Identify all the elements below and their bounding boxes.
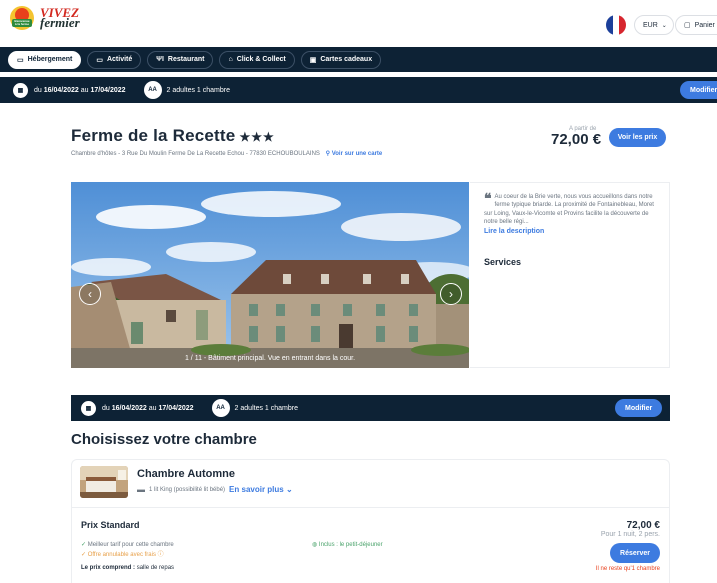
check-icon: ✓ bbox=[81, 552, 87, 558]
coffee-icon: ◍ bbox=[312, 542, 318, 548]
info-icon: ⓘ bbox=[157, 552, 164, 558]
rate-price: 72,00 € bbox=[626, 520, 660, 531]
property-address: Chambre d'hôtes - 3 Rue Du Moulin Ferme … bbox=[71, 151, 383, 157]
gallery-caption: 1 / 11 - Bâtiment principal. Vue en entr… bbox=[184, 355, 356, 362]
modify-search-button[interactable]: Modifier bbox=[680, 81, 717, 99]
cutlery-icon: ΨΙ bbox=[156, 56, 164, 63]
room-date-bar: ▦ du 16/04/2022 au 17/04/2022 AA 2 adult… bbox=[71, 395, 670, 421]
tab-cartes-cadeaux[interactable]: ▣ Cartes cadeaux bbox=[300, 50, 382, 69]
services-heading: Services bbox=[484, 256, 522, 267]
farm-logo-icon: Bienvenue à la ferme bbox=[10, 6, 34, 30]
calendar-icon[interactable]: ▦ bbox=[81, 400, 96, 416]
guests-avatar[interactable]: AA bbox=[143, 81, 162, 99]
site-logo[interactable]: Bienvenue à la ferme VIVEZ fermier bbox=[10, 6, 80, 30]
room-name: Chambre Automne bbox=[137, 468, 235, 480]
bed-info: ▬ 1 lit King (possibilité lit bébé) En s… bbox=[137, 485, 293, 494]
tab-hebergement[interactable]: ▭ Hébergement bbox=[8, 50, 82, 69]
chevron-down-icon: ⌄ bbox=[661, 22, 667, 29]
ticket-icon: ▭ bbox=[96, 56, 103, 64]
see-prices-button[interactable]: Voir les prix bbox=[609, 128, 666, 147]
property-description: ❝ Au coeur de la Brie verte, nous vous a… bbox=[484, 190, 654, 226]
search-date-bar: ▦ du 16/04/2022 au 17/04/2022 AA 2 adult… bbox=[0, 77, 717, 103]
room-photo bbox=[80, 466, 128, 498]
date-range[interactable]: du 16/04/2022 au 17/04/2022 bbox=[102, 405, 194, 412]
gallery-next-button[interactable]: › bbox=[440, 283, 462, 305]
date-range[interactable]: du 16/04/2022 au 17/04/2022 bbox=[34, 87, 126, 94]
brand-name: VIVEZ fermier bbox=[40, 5, 80, 30]
chevron-right-icon: › bbox=[449, 287, 453, 301]
rate-name: Prix Standard bbox=[81, 520, 140, 530]
chevron-down-icon: ⌄ bbox=[285, 485, 293, 494]
room-card: Chambre Automne ▬ 1 lit King (possibilit… bbox=[71, 459, 670, 583]
farm-photo bbox=[71, 182, 469, 368]
currency-select[interactable]: EUR ⌄ bbox=[634, 15, 674, 35]
calendar-icon[interactable]: ▦ bbox=[13, 82, 28, 98]
cart-button[interactable]: ▢ Panier bbox=[675, 15, 717, 35]
gallery-prev-button[interactable]: ‹ bbox=[79, 283, 101, 305]
check-icon: ✓ bbox=[81, 542, 87, 548]
bed-icon: ▭ bbox=[17, 56, 24, 64]
rating-stars: ★★★ bbox=[239, 130, 275, 144]
read-description-link[interactable]: Lire la description bbox=[484, 228, 655, 235]
guests-summary[interactable]: 2 adultes 1 chambre bbox=[235, 405, 298, 412]
rate-per-night: Pour 1 nuit, 2 pers. bbox=[600, 531, 660, 538]
bed-icon: ▬ bbox=[137, 485, 145, 494]
map-link[interactable]: ⚲ Voir sur une carte bbox=[326, 151, 383, 157]
chevron-left-icon: ‹ bbox=[88, 287, 92, 301]
divider bbox=[72, 507, 669, 508]
tab-restaurant[interactable]: ΨΙ Restaurant bbox=[147, 50, 214, 69]
reserve-button[interactable]: Réserver bbox=[610, 543, 660, 563]
price-includes: Le prix comprend : salle de repas bbox=[81, 565, 175, 571]
gift-icon: ▣ bbox=[309, 56, 317, 64]
property-title: Ferme de la Recette ★★★ bbox=[71, 126, 275, 145]
cart-icon: ▢ bbox=[684, 22, 691, 29]
best-rate-note: ✓ Meilleur tarif pour cette chambre bbox=[81, 542, 174, 548]
learn-more-link[interactable]: En savoir plus ⌄ bbox=[229, 485, 293, 494]
price-from-value: 72,00 € bbox=[551, 131, 602, 148]
guests-summary[interactable]: 2 adultes 1 chambre bbox=[167, 87, 230, 94]
cancel-policy-note[interactable]: ✓ Offre annulable avec frais ⓘ bbox=[81, 549, 164, 558]
availability-warning: Il ne reste qu'1 chambre bbox=[595, 566, 660, 572]
choose-room-heading: Choisissez votre chambre bbox=[71, 431, 257, 448]
modify-search-button[interactable]: Modifier bbox=[615, 399, 663, 417]
description-panel: ❝ Au coeur de la Brie verte, nous vous a… bbox=[470, 182, 670, 368]
top-bar: Bienvenue à la ferme VIVEZ fermier EUR ⌄… bbox=[0, 0, 717, 42]
category-nav: ▭ Hébergement ▭ Activité ΨΙ Restaurant ⌂… bbox=[0, 47, 717, 72]
room-thumbnail[interactable] bbox=[80, 466, 128, 498]
map-pin-icon: ⚲ bbox=[325, 151, 331, 157]
photo-gallery[interactable]: ‹ › 1 / 11 - Bâtiment principal. Vue en … bbox=[71, 182, 469, 368]
guests-avatar[interactable]: AA bbox=[211, 399, 230, 417]
tab-activite[interactable]: ▭ Activité bbox=[87, 50, 142, 69]
breakfast-included: ◍ Inclus : le petit-déjeuner bbox=[312, 542, 383, 548]
quote-icon: ❝ bbox=[484, 190, 492, 206]
french-flag-icon[interactable] bbox=[606, 15, 626, 35]
tab-click-collect[interactable]: ⌂ Click & Collect bbox=[219, 50, 295, 69]
bag-icon: ⌂ bbox=[228, 56, 233, 63]
